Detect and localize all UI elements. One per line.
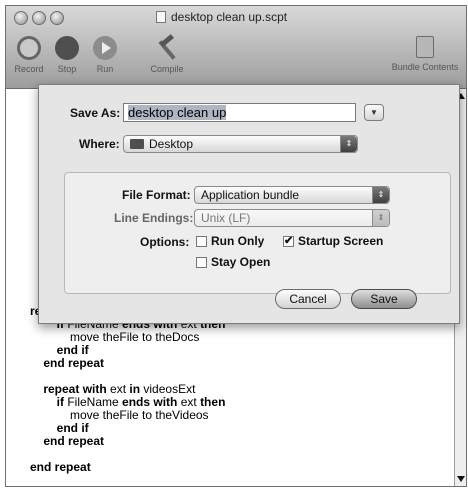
- code-keyword: repeat with: [30, 382, 107, 396]
- compile-button[interactable]: Compile: [146, 30, 188, 82]
- popup-arrows-icon: ⇕: [372, 210, 389, 226]
- code-keyword: ends with: [122, 395, 178, 409]
- bundle-contents-button[interactable]: Bundle Contents: [386, 30, 464, 82]
- run-button[interactable]: Run: [84, 30, 126, 82]
- record-button[interactable]: Record: [8, 30, 50, 82]
- code-line: end repeat: [30, 435, 225, 448]
- line-endings-label: Line Endings:: [114, 211, 194, 225]
- code-keyword: then: [200, 395, 226, 409]
- code-line: end repeat: [30, 357, 225, 370]
- code-line: end repeat: [30, 461, 225, 474]
- options-group: File Format: Application bundle ⇕ Line E…: [64, 172, 451, 294]
- options-label: Options:: [140, 235, 190, 249]
- code-text: ext: [177, 395, 201, 409]
- file-format-label: File Format:: [122, 188, 191, 202]
- stay-open-checkbox[interactable]: Stay Open: [196, 255, 270, 269]
- checkmark-icon: ✔: [283, 234, 294, 247]
- window-title: desktop clean up.scpt: [156, 10, 376, 24]
- title-bar: desktop clean up.scpt Record Stop Run Co…: [6, 6, 466, 89]
- scroll-down-arrow-icon[interactable]: [457, 476, 465, 482]
- save-as-field[interactable]: desktop clean up: [123, 103, 356, 122]
- zoom-button[interactable]: [50, 11, 64, 25]
- hammer-icon: [155, 34, 179, 60]
- where-popup[interactable]: Desktop ⇕: [123, 135, 358, 153]
- line-endings-popup[interactable]: Unix (LF) ⇕: [194, 209, 390, 227]
- code-keyword: in: [129, 382, 141, 396]
- stop-button[interactable]: Stop: [46, 30, 88, 82]
- file-format-popup[interactable]: Application bundle ⇕: [194, 186, 390, 204]
- popup-arrows-icon: ⇕: [340, 136, 357, 152]
- expand-dialog-button[interactable]: ▼: [364, 104, 384, 121]
- popup-arrows-icon: ⇕: [372, 187, 389, 203]
- stop-icon: [55, 36, 79, 60]
- code-text: FileName: [64, 395, 123, 409]
- chevron-down-icon: ▼: [370, 108, 378, 117]
- code-keyword: end if: [30, 343, 89, 357]
- folder-icon: [130, 139, 144, 149]
- record-icon: [17, 36, 41, 60]
- code-text: ext: [106, 382, 130, 396]
- bundle-icon: [416, 36, 434, 58]
- minimize-button[interactable]: [32, 11, 46, 25]
- startup-screen-checkbox[interactable]: ✔ Startup Screen: [283, 234, 383, 248]
- run-only-box: [196, 235, 207, 247]
- code-keyword: end if: [30, 421, 89, 435]
- save-dialog: Save As: desktop clean up ▼ Where: Deskt…: [38, 84, 460, 324]
- script-code[interactable]: repeat with ext in docsExt if FileName e…: [30, 305, 225, 474]
- code-keyword: end repeat: [30, 434, 105, 448]
- code-text: move theFile to theDocs: [30, 330, 200, 344]
- save-button[interactable]: Save: [351, 289, 417, 309]
- code-text: move theFile to theVideos: [30, 408, 209, 422]
- code-keyword: end repeat: [30, 460, 91, 474]
- cancel-button[interactable]: Cancel: [275, 289, 341, 309]
- code-keyword: end repeat: [30, 356, 105, 370]
- code-text: videosExt: [140, 382, 196, 396]
- document-icon: [156, 11, 166, 23]
- run-only-checkbox[interactable]: Run Only: [196, 234, 264, 248]
- run-icon: [93, 36, 117, 60]
- code-keyword: if: [30, 395, 65, 409]
- stay-open-box: [196, 256, 207, 268]
- save-as-label: Save As:: [70, 106, 121, 120]
- where-label: Where:: [79, 137, 120, 151]
- close-button[interactable]: [14, 11, 28, 25]
